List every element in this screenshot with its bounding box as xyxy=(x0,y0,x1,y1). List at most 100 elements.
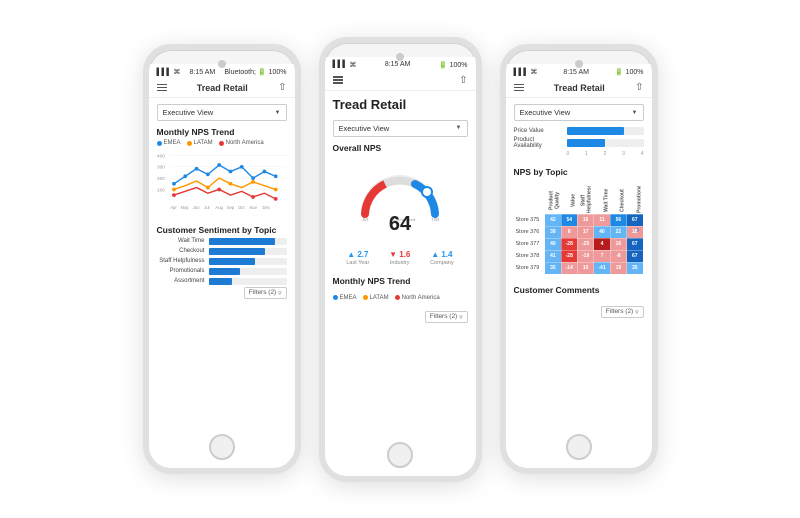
share-icon-3[interactable]: ⇧ xyxy=(635,82,643,93)
bar-list-1: Wait Time Checkout Staff Helpfulness xyxy=(157,238,287,285)
filters-button-3[interactable]: Filters (2) ▿ xyxy=(601,306,644,318)
filters-button-2[interactable]: Filters (2) ▿ xyxy=(425,311,468,323)
legend-dot-latam-2 xyxy=(363,295,368,300)
share-icon[interactable]: ⇧ xyxy=(278,82,286,93)
legend-na-1: North America xyxy=(219,140,264,146)
battery-icon-3: 🔋 100% xyxy=(615,68,644,76)
scene: ▌▌▌ ⌘ 8:15 AM Bluetooth; 🔋 100% Tread Re… xyxy=(123,17,678,502)
status-time-3: 8:15 AM xyxy=(563,69,589,76)
legend-dot-emea-2 xyxy=(333,295,338,300)
dropdown-label-2: Executive View xyxy=(339,124,390,133)
battery-icon: 🔋 100% xyxy=(258,68,287,76)
bar-row-waittime: Wait Time xyxy=(157,238,287,245)
svg-text:Dec: Dec xyxy=(262,205,270,210)
svg-text:300: 300 xyxy=(157,165,165,170)
legend-emea-1: EMEA xyxy=(157,140,181,146)
page-title-2: Tread Retail xyxy=(333,97,468,112)
col-staff: Staff Helpfulness xyxy=(577,186,593,214)
phone-2: ▌▌▌ ⌘ 8:15 AM 🔋 100% ⇧ Tread Retail Exec… xyxy=(319,37,482,482)
svg-text:200: 200 xyxy=(157,176,165,181)
legend-2: EMEA LATAM North America xyxy=(333,295,468,301)
svg-text:Oct: Oct xyxy=(238,205,245,210)
col-promo: Promotionals xyxy=(627,186,643,214)
svg-text:Aug: Aug xyxy=(215,205,223,210)
heatmap-container: Product Quality Value Staff Helpfulness … xyxy=(514,186,644,275)
col-quality: Product Quality xyxy=(545,186,561,214)
svg-text:400: 400 xyxy=(157,153,165,158)
bar-row-checkout: Checkout xyxy=(157,248,287,255)
filter-icon-2: ▿ xyxy=(459,313,462,321)
filters-row-3: Filters (2) ▿ xyxy=(514,306,644,318)
heatmap-nav-arrow[interactable]: › xyxy=(636,225,639,236)
status-time-2: 8:15 AM xyxy=(385,61,411,68)
svg-text:Apr: Apr xyxy=(170,205,177,210)
wifi-icon: ⌘ xyxy=(173,68,180,76)
svg-text:100: 100 xyxy=(431,218,440,221)
heatmap-row-376: Store 376 39 8 17 40 22 18 xyxy=(514,226,643,238)
filter-icon-1: ▿ xyxy=(278,289,281,297)
svg-text:Sep: Sep xyxy=(226,205,234,210)
heatmap-row-378: Store 378 41 -28 -19 7 -8 67 xyxy=(514,250,643,262)
col-wait: Wait Time xyxy=(594,186,610,214)
phone-2-screen: Tread Retail Executive View ▼ Overall NP… xyxy=(325,91,476,476)
svg-text:May: May xyxy=(180,205,189,210)
executive-view-dropdown-2[interactable]: Executive View ▼ xyxy=(333,120,468,137)
metric-industry: ▼ 1.6 Industry xyxy=(389,250,410,266)
legend-dot-na-1 xyxy=(219,141,224,146)
share-icon-2[interactable]: ⇧ xyxy=(459,75,467,86)
phone-1-header: Tread Retail ⇧ xyxy=(149,78,295,98)
hbar-availability: Product Availability xyxy=(514,137,644,149)
customer-comments-title: Customer Comments xyxy=(514,285,644,295)
phone-1-notch xyxy=(218,60,226,68)
phone-1-home-button[interactable] xyxy=(209,434,235,460)
sentiment-section-1: Customer Sentiment by Topic Wait Time Ch… xyxy=(157,225,287,299)
nps-trend-section-1: Monthly NPS Trend EMEA LATAM North Am xyxy=(157,127,287,219)
phone-3-home-button[interactable] xyxy=(566,434,592,460)
legend-dot-emea-1 xyxy=(157,141,162,146)
legend-1: EMEA LATAM North America xyxy=(157,140,287,146)
nps-gauge: -50 Excellent 100 64 xyxy=(333,162,468,240)
svg-text:-50: -50 xyxy=(361,218,368,221)
heatmap-row-375: Store 375 42 54 16 11 56 67 xyxy=(514,214,643,226)
hamburger-icon-2[interactable] xyxy=(333,76,343,84)
dropdown-arrow-3: ▼ xyxy=(632,110,638,116)
phone-3-header: Tread Retail ⇧ xyxy=(506,78,652,98)
bar-row-promotionals: Promotionals xyxy=(157,268,287,275)
col-checkout: Checkout xyxy=(610,186,626,214)
phone-3: ▌▌▌ ⌘ 8:15 AM 🔋 100% Tread Retail ⇧ Exec… xyxy=(500,44,658,474)
executive-view-dropdown-1[interactable]: Executive View ▼ xyxy=(157,104,287,121)
wifi-icon-2: ⌘ xyxy=(349,61,356,69)
nps-metrics: ▲ 2.7 Last Year ▼ 1.6 Industry ▲ 1.4 Com… xyxy=(333,250,468,266)
filters-button-1[interactable]: Filters (2) ▿ xyxy=(244,287,287,299)
hamburger-icon-3[interactable] xyxy=(514,84,524,92)
phone-1: ▌▌▌ ⌘ 8:15 AM Bluetooth; 🔋 100% Tread Re… xyxy=(143,44,301,474)
battery-icon-2: 🔋 100% xyxy=(439,61,468,69)
col-value: Value xyxy=(561,186,577,214)
heatmap-row-377: Store 377 40 -28 -25 4 16 67 xyxy=(514,238,643,250)
phone-3-title: Tread Retail xyxy=(554,83,605,93)
nps-trend-title-2: Monthly NPS Trend xyxy=(333,276,468,286)
heatmap-empty-header xyxy=(514,186,545,214)
phone-3-notch xyxy=(575,60,583,68)
status-time: 8:15 AM xyxy=(190,69,216,76)
heatmap-title: NPS by Topic xyxy=(514,167,644,177)
signal-icon: ▌▌▌ xyxy=(157,69,172,76)
overall-nps-title: Overall NPS xyxy=(333,143,468,153)
top-bars-section: Price Value Product Availability 01234 xyxy=(514,127,644,157)
metric-last-year: ▲ 2.7 Last Year xyxy=(346,250,369,266)
legend-latam-1: LATAM xyxy=(187,140,213,146)
filters-row-2: Filters (2) ▿ xyxy=(333,311,468,323)
dropdown-label-3: Executive View xyxy=(520,108,571,117)
legend-dot-na-2 xyxy=(395,295,400,300)
hamburger-icon[interactable] xyxy=(157,84,167,92)
line-chart-1: 400 300 200 100 xyxy=(157,148,287,214)
filter-icon-3: ▿ xyxy=(635,308,638,316)
executive-view-dropdown-3[interactable]: Executive View ▼ xyxy=(514,104,644,121)
sentiment-title-1: Customer Sentiment by Topic xyxy=(157,225,287,235)
phone-2-home-button[interactable] xyxy=(387,442,413,468)
phone-2-header: ⇧ xyxy=(325,71,476,91)
legend-emea-2: EMEA xyxy=(333,295,357,301)
nps-trend-title-1: Monthly NPS Trend xyxy=(157,127,287,137)
svg-text:Nov: Nov xyxy=(249,205,257,210)
svg-text:100: 100 xyxy=(157,187,165,192)
